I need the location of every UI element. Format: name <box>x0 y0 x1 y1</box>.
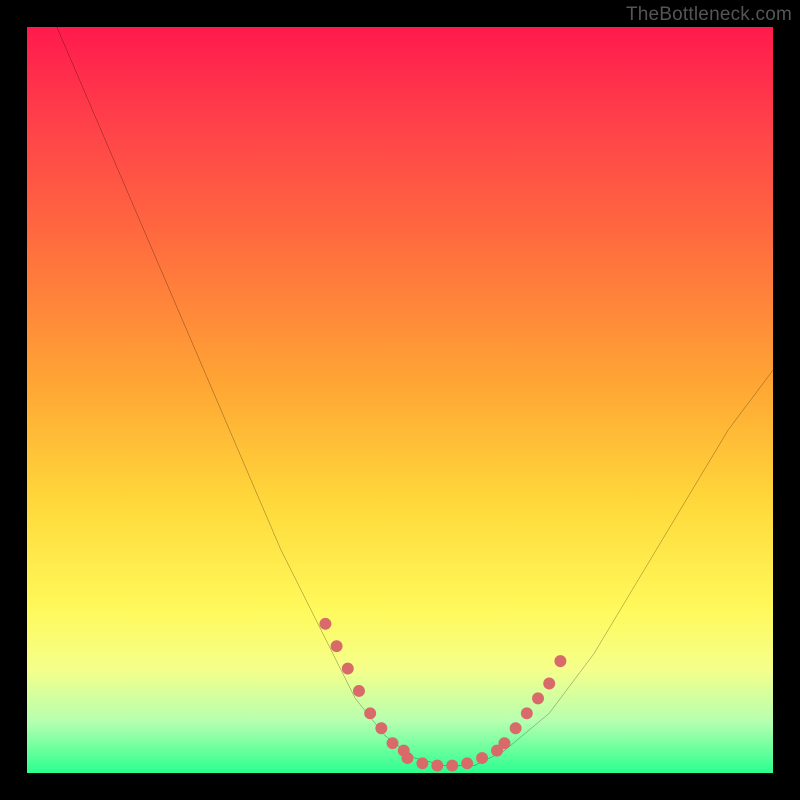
highlight-dot <box>446 760 458 772</box>
highlight-dot <box>543 678 555 690</box>
highlight-dot <box>342 663 354 675</box>
highlight-dot <box>461 757 473 769</box>
highlight-dot <box>498 737 510 749</box>
highlight-dot <box>532 692 544 704</box>
plot-area <box>27 27 773 773</box>
highlight-dot <box>319 618 331 630</box>
highlight-dot <box>364 707 376 719</box>
highlight-dot <box>510 722 522 734</box>
chart-frame: TheBottleneck.com <box>0 0 800 800</box>
highlight-dot <box>331 640 343 652</box>
highlight-dot <box>353 685 365 697</box>
highlight-dot <box>431 760 443 772</box>
highlight-dot <box>521 707 533 719</box>
curve-group <box>57 27 773 766</box>
highlight-dot <box>554 655 566 667</box>
bottleneck-curve <box>57 27 773 766</box>
highlight-dot <box>375 722 387 734</box>
highlight-dot <box>387 737 399 749</box>
highlight-dot <box>416 757 428 769</box>
highlight-dot <box>401 752 413 764</box>
watermark-text: TheBottleneck.com <box>626 4 792 26</box>
chart-svg <box>27 27 773 773</box>
highlight-group <box>319 618 566 772</box>
highlight-dot <box>476 752 488 764</box>
